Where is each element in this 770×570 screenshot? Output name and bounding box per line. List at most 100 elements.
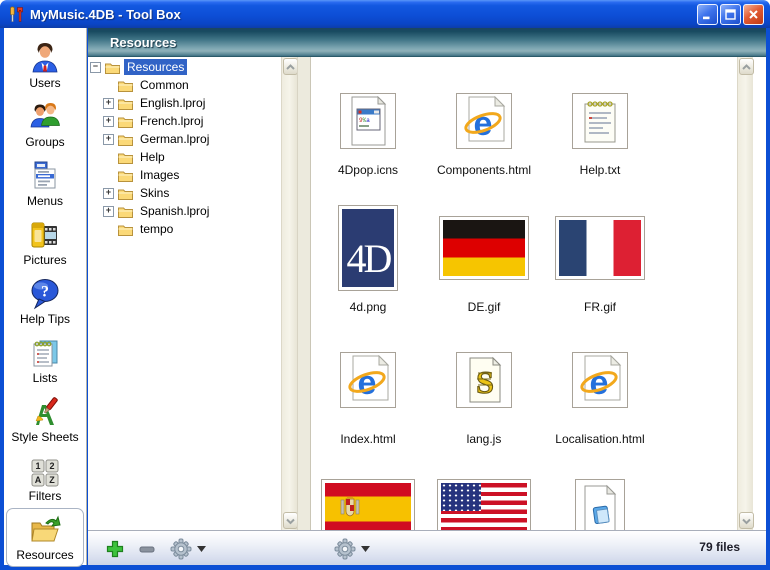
expand-box-icon[interactable]: +	[103, 116, 114, 127]
file-item-label: DE.gif	[424, 300, 544, 314]
actions-menu-button[interactable]	[334, 538, 370, 560]
file-item-4dpop-icns[interactable]: 9%a	[340, 93, 396, 149]
folder-icon	[118, 187, 133, 200]
file-item-flag-usa-icon[interactable]	[437, 479, 531, 530]
file-item-label: Localisation.html	[540, 432, 660, 446]
sidebar-item-filters[interactable]: 12AZFilters	[6, 449, 84, 508]
window-controls	[697, 4, 764, 25]
sidebar-item-label: Filters	[29, 490, 62, 503]
remove-button[interactable]	[138, 538, 156, 560]
maximize-icon	[725, 9, 736, 20]
tools-menu-button[interactable]	[170, 538, 206, 560]
tree-item-english-lproj[interactable]: +English.lproj	[88, 94, 281, 112]
file-item-components-html[interactable]: e	[456, 93, 512, 149]
expand-box-icon[interactable]: +	[103, 98, 114, 109]
sidebar-item-lists[interactable]: Lists	[6, 331, 84, 390]
scroll-up-button[interactable]	[283, 58, 298, 75]
plus-icon	[106, 540, 124, 558]
tree-item-common[interactable]: Common	[88, 76, 281, 94]
file-item-label: Index.html	[311, 432, 428, 446]
tree-item-german-lproj[interactable]: +German.lproj	[88, 130, 281, 148]
maximize-button[interactable]	[720, 4, 741, 25]
sidebar-item-style-sheets[interactable]: Style Sheets	[6, 390, 84, 449]
tree-scrollbar[interactable]	[281, 57, 297, 530]
sidebar-item-resources[interactable]: Resources	[6, 508, 84, 567]
expand-box-icon[interactable]: +	[103, 188, 114, 199]
add-button[interactable]	[106, 538, 124, 560]
grid-scrollbar[interactable]	[737, 57, 753, 530]
doc-file-icon	[580, 484, 620, 530]
tree-item-images[interactable]: Images	[88, 166, 281, 184]
us-canton	[441, 483, 481, 511]
tree-item-skins[interactable]: +Skins	[88, 184, 281, 202]
sidebar: Users Groups Menus Pictures? Help Tips Lists S…	[4, 28, 87, 565]
folder-icon	[118, 115, 133, 128]
folder-icon	[118, 151, 133, 164]
file-item-label: Help.txt	[540, 163, 660, 177]
file-item-label: lang.js	[424, 432, 544, 446]
tree-item-help[interactable]: Help	[88, 148, 281, 166]
text-file-icon	[580, 97, 620, 145]
menus-icon	[28, 159, 62, 193]
sidebar-item-help-tips[interactable]: ? Help Tips	[6, 272, 84, 331]
sidebar-item-label: Style Sheets	[11, 431, 78, 444]
resources-icon	[28, 513, 62, 547]
sidebar-item-users[interactable]: Users	[6, 36, 84, 95]
file-item-fr-gif[interactable]	[555, 216, 645, 280]
pictures-icon	[28, 218, 62, 252]
tree-item-french-lproj[interactable]: + French.lproj	[88, 112, 281, 130]
folder-icon	[118, 133, 133, 146]
panel-title: Resources	[110, 35, 176, 50]
sidebar-item-label: Lists	[33, 372, 58, 385]
style-sheets-icon	[28, 395, 62, 429]
sidebar-item-label: Help Tips	[20, 313, 70, 326]
file-item-label: FR.gif	[540, 300, 660, 314]
collapse-box-icon[interactable]: −	[90, 62, 101, 73]
close-button[interactable]	[743, 4, 764, 25]
expand-box-icon[interactable]: +	[103, 134, 114, 145]
tree-item-tempo[interactable]: tempo	[88, 220, 281, 238]
file-item-flag-spain-icon[interactable]	[321, 479, 415, 530]
tree-item-resources[interactable]: −Resources	[88, 58, 281, 76]
tree-item-label: French.lproj	[137, 113, 206, 129]
sidebar-item-label: Pictures	[23, 254, 66, 267]
panel-header: Resources	[88, 28, 766, 57]
file-item-help-txt[interactable]	[572, 93, 628, 149]
arrow-down-icon[interactable]	[361, 546, 370, 552]
expand-box-icon[interactable]: +	[103, 206, 114, 217]
scroll-up-button[interactable]	[739, 58, 754, 75]
tree-item-spanish-lproj[interactable]: +Spanish.lproj	[88, 202, 281, 220]
file-item-index-html[interactable]: e	[340, 352, 396, 408]
close-icon	[748, 9, 759, 20]
app-window: MyMusic.4DB - Tool Box Users Groups Menus P…	[0, 0, 770, 570]
splitter[interactable]	[297, 57, 311, 530]
sidebar-item-groups[interactable]: Groups	[6, 95, 84, 154]
tree-item-label: Common	[137, 77, 192, 93]
help-tips-icon: ?	[28, 277, 62, 311]
svg-text:e: e	[590, 364, 609, 402]
arrow-down-icon[interactable]	[197, 546, 206, 552]
svg-text:1: 1	[35, 461, 40, 471]
file-item-de-gif[interactable]	[439, 216, 529, 280]
groups-icon	[28, 100, 62, 134]
file-item-lang-js[interactable]: S	[456, 352, 512, 408]
sidebar-item-menus[interactable]: Menus	[6, 154, 84, 213]
scroll-down-button[interactable]	[283, 512, 298, 529]
tree-item-label: Help	[137, 149, 168, 165]
file-item-doc-file-icon[interactable]	[575, 479, 625, 530]
sidebar-item-pictures[interactable]: Pictures	[6, 213, 84, 272]
scroll-down-button[interactable]	[739, 512, 754, 529]
minimize-button[interactable]	[697, 4, 718, 25]
js-file-icon: S	[464, 356, 504, 404]
svg-text:9%a: 9%a	[359, 117, 370, 124]
image-4d-logo-icon: 4D	[342, 209, 394, 287]
folder-icon	[105, 61, 120, 74]
flag-usa-icon	[441, 483, 527, 530]
sidebar-item-label: Groups	[25, 136, 64, 149]
file-item-4d-png[interactable]: 4D	[338, 205, 398, 291]
file-item-localisation-html[interactable]: e	[572, 352, 628, 408]
folder-icon	[118, 169, 133, 182]
titlebar[interactable]: MyMusic.4DB - Tool Box	[0, 0, 770, 28]
flag-germany-icon	[443, 220, 525, 276]
svg-text:Z: Z	[49, 475, 55, 485]
